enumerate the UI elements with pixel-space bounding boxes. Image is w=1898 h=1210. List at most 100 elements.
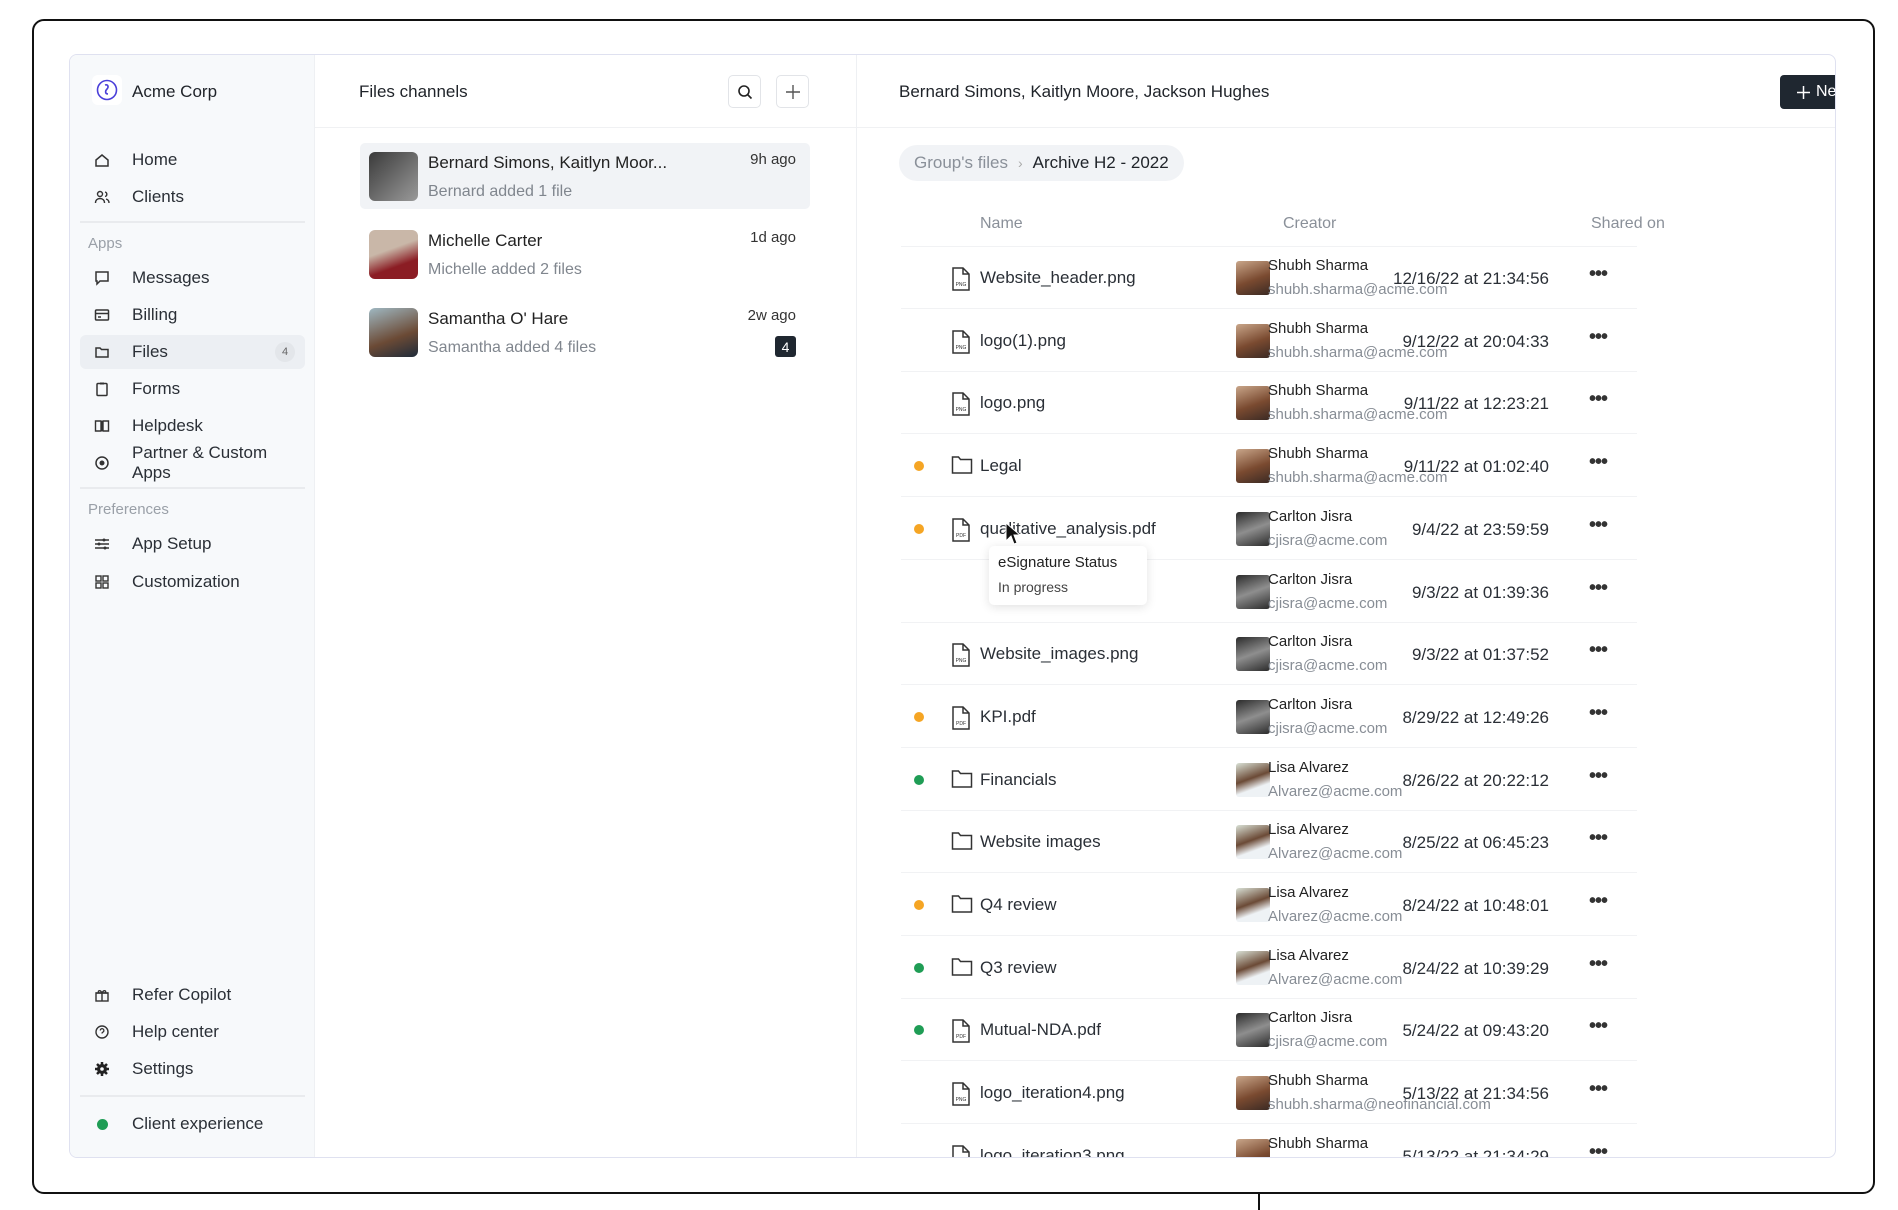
sidebar-item-app-setup[interactable]: App Setup [80, 527, 305, 561]
sidebar-item-refer-copilot[interactable]: Refer Copilot [80, 978, 305, 1012]
file-row[interactable]: PNG logo(1).png Shubh Sharma shubh.sharma… [901, 310, 1637, 372]
creator-avatar [1236, 762, 1270, 797]
file-row[interactable]: Legal Shubh Sharma shubh.sharma@acme.com… [901, 435, 1637, 498]
search-button[interactable] [728, 75, 761, 108]
channel-activity: Samantha added 4 files [428, 339, 597, 356]
file-name[interactable]: logo.png [980, 393, 1045, 413]
creator-avatar [1236, 574, 1270, 609]
sidebar-item-forms[interactable]: Forms [80, 372, 305, 406]
creator-avatar [1236, 1138, 1270, 1157]
file-name[interactable]: Mutual-NDA.pdf [980, 1020, 1101, 1040]
sidebar-item-billing[interactable]: Billing [80, 298, 305, 332]
divider [80, 221, 305, 223]
more-options-icon[interactable]: ••• [1583, 827, 1613, 855]
more-options-icon[interactable]: ••• [1583, 1015, 1613, 1043]
more-options-icon[interactable]: ••• [1583, 1141, 1613, 1157]
folder-icon [951, 895, 973, 913]
creator-email: Alvarez@acme.com [1268, 845, 1403, 863]
file-row[interactable]: PDF KPI.pdf Carlton Jisra cjisra@acme.com… [901, 686, 1637, 748]
esignature-status-dot[interactable] [914, 711, 924, 722]
sidebar-item-customization[interactable]: Customization [80, 565, 305, 599]
more-options-icon[interactable]: ••• [1583, 326, 1613, 354]
more-options-icon[interactable]: ••• [1583, 514, 1613, 542]
more-options-icon[interactable]: ••• [1583, 388, 1613, 416]
file-name[interactable]: Q3 review [980, 958, 1057, 978]
more-options-icon[interactable]: ••• [1583, 263, 1613, 291]
file-row[interactable]: PNG logo_iteration4.png Shubh Sharma shub… [901, 1062, 1637, 1125]
more-options-icon[interactable]: ••• [1583, 953, 1613, 981]
file-name[interactable]: Website_header.png [980, 268, 1136, 288]
shared-date: 5/13/22 at 21:34:56 [1402, 1084, 1549, 1104]
home-icon [94, 152, 110, 168]
tooltip-title: eSignature Status [998, 554, 1118, 571]
file-row[interactable]: Financials Lisa Alvarez Alvarez@acme.com… [901, 749, 1637, 811]
creator-avatar [1236, 386, 1270, 421]
file-row[interactable]: PNG logo_iteration3.png Shubh Sharma 5/13… [901, 1125, 1637, 1157]
file-name[interactable]: logo_iteration3.png [980, 1146, 1125, 1157]
esignature-status-dot[interactable] [914, 962, 924, 973]
sidebar-item-home[interactable]: Home [80, 143, 305, 177]
more-options-icon[interactable]: ••• [1583, 639, 1613, 667]
file-name[interactable]: Q4 review [980, 895, 1057, 915]
file-name[interactable]: logo_iteration4.png [980, 1083, 1125, 1103]
file-row[interactable]: PNG Website_images.png Carlton Jisra cjis… [901, 623, 1637, 686]
esignature-status-dot[interactable] [914, 523, 924, 534]
file-name[interactable]: Website images [980, 832, 1101, 852]
sidebar-item-messages[interactable]: Messages [80, 261, 305, 295]
column-header-creator[interactable]: Creator [1283, 215, 1336, 233]
more-options-icon[interactable]: ••• [1583, 890, 1613, 918]
more-options-icon[interactable]: ••• [1583, 1078, 1613, 1106]
sidebar-item-label: Forms [132, 379, 181, 398]
creator-email: cjisra@acme.com [1268, 1033, 1388, 1051]
workspace-name: Acme Corp [132, 82, 218, 101]
svg-text:PDF: PDF [956, 1034, 966, 1040]
sidebar-item-label: Files [132, 342, 168, 361]
file-row[interactable]: PNG logo.png Shubh Sharma shubh.sharma@ac… [901, 372, 1637, 435]
sidebar-item-help-center[interactable]: Help center [80, 1015, 305, 1049]
file-name[interactable]: Financials [980, 770, 1057, 790]
esignature-status-dot[interactable] [914, 461, 924, 472]
esignature-status-dot[interactable] [914, 774, 924, 785]
file-name[interactable]: Website_images.png [980, 644, 1138, 664]
file-row[interactable]: PNG Website_header.png Shubh Sharma shubh… [901, 247, 1637, 309]
column-header-shared-on[interactable]: Shared on [1591, 215, 1665, 233]
esignature-status-dot[interactable] [914, 900, 924, 910]
more-options-icon[interactable]: ••• [1583, 702, 1613, 730]
sidebar-item-settings[interactable]: Settings [80, 1052, 305, 1086]
sidebar-item-partner-custom-apps[interactable]: Partner & Custom Apps [80, 443, 305, 482]
channels-title: Files channels [359, 82, 468, 101]
more-options-icon[interactable]: ••• [1583, 577, 1613, 605]
more-options-icon[interactable]: ••• [1583, 765, 1613, 793]
client-experience-link[interactable]: Client experience [80, 1107, 305, 1141]
sidebar-item-label: Partner & Custom Apps [132, 443, 268, 482]
channel-item[interactable]: Michelle Carter Michelle added 2 files 1… [360, 221, 810, 287]
channel-item[interactable]: Samantha O' Hare Samantha added 4 files … [360, 299, 810, 365]
folder-icon [951, 769, 973, 788]
sidebar-item-helpdesk[interactable]: Helpdesk [80, 409, 305, 443]
column-header-name[interactable]: Name [980, 215, 1023, 233]
file-row[interactable]: Website images Lisa Alvarez Alvarez@acme… [901, 811, 1637, 874]
channel-item[interactable]: Bernard Simons, Kaitlyn Moor... Bernard … [360, 143, 810, 209]
sidebar-item-clients[interactable]: Clients [80, 180, 305, 214]
sidebar-item-label: Settings [132, 1059, 194, 1078]
creator-avatar [1236, 699, 1270, 734]
file-row[interactable]: PDF Mutual-NDA.pdf Carlton Jisra cjisra@a… [901, 999, 1637, 1062]
file-row[interactable]: Q4 review Lisa Alvarez Alvarez@acme.com … [901, 874, 1637, 936]
acme-logo-icon[interactable] [92, 75, 122, 105]
file-name[interactable]: KPI.pdf [980, 707, 1036, 727]
chevron-right-icon: › [1017, 155, 1023, 171]
creator-name: Carlton Jisra [1268, 633, 1353, 651]
creator-avatar [1236, 1013, 1270, 1048]
file-row[interactable]: Q3 review Lisa Alvarez Alvarez@acme.com … [901, 937, 1637, 999]
creator-name: Carlton Jisra [1268, 1009, 1353, 1027]
esignature-status-dot[interactable] [914, 1025, 924, 1036]
file-name[interactable]: logo(1).png [980, 331, 1066, 351]
svg-text:PNG: PNG [956, 407, 967, 413]
sidebar-item-files[interactable]: Files 4 [80, 335, 305, 369]
shared-date: 9/11/22 at 12:23:21 [1403, 394, 1549, 414]
file-name[interactable]: Legal [980, 456, 1022, 476]
add-channel-button[interactable] [776, 75, 809, 108]
breadcrumb-groups-files[interactable]: Group's files [914, 153, 1008, 173]
new-button[interactable]: New [1780, 75, 1835, 109]
more-options-icon[interactable]: ••• [1583, 451, 1613, 479]
